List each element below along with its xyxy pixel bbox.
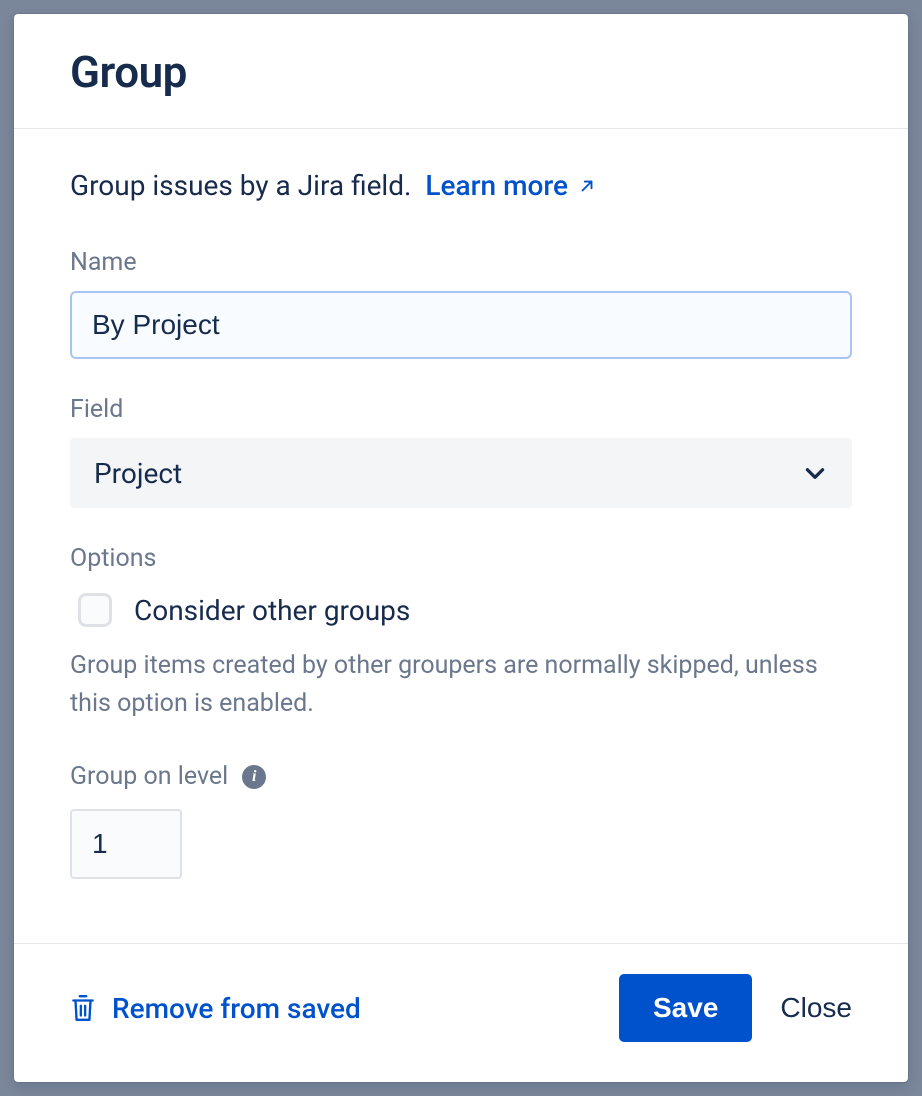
info-icon[interactable]: i [242, 765, 266, 789]
field-label: Field [70, 395, 852, 424]
field-select-value: Project [94, 457, 182, 490]
external-link-icon [578, 177, 596, 195]
trash-icon [70, 993, 96, 1023]
name-input[interactable] [70, 291, 852, 359]
dialog-footer: Remove from saved Save Close [14, 943, 908, 1082]
consider-other-groups-row: Consider other groups [70, 593, 852, 627]
close-button[interactable]: Close [780, 992, 852, 1024]
field-select[interactable]: Project [70, 438, 852, 508]
save-button[interactable]: Save [619, 974, 752, 1042]
options-group: Options Consider other groups Group item… [70, 544, 852, 722]
options-label: Options [70, 544, 852, 573]
remove-from-saved-link[interactable]: Remove from saved [70, 992, 361, 1025]
dialog-header: Group [14, 14, 908, 129]
footer-actions: Save Close [619, 974, 852, 1042]
level-input[interactable] [70, 809, 182, 879]
name-group: Name [70, 248, 852, 359]
options-help-text: Group items created by other groupers ar… [70, 647, 852, 722]
chevron-down-icon [802, 460, 828, 486]
field-group: Field Project [70, 395, 852, 508]
level-label: Group on level [70, 762, 228, 791]
remove-from-saved-label: Remove from saved [112, 992, 361, 1025]
intro-text: Group issues by a Jira field. [70, 169, 411, 202]
learn-more-link[interactable]: Learn more [425, 169, 596, 202]
learn-more-label: Learn more [425, 169, 568, 202]
intro-row: Group issues by a Jira field. Learn more [70, 169, 852, 202]
level-group: Group on level i [70, 762, 852, 879]
level-label-row: Group on level i [70, 762, 852, 791]
dialog-body: Group issues by a Jira field. Learn more… [14, 129, 908, 943]
consider-other-groups-checkbox[interactable] [78, 593, 112, 627]
name-label: Name [70, 248, 852, 277]
consider-other-groups-label: Consider other groups [134, 594, 410, 627]
dialog-title: Group [70, 46, 852, 98]
group-dialog: Group Group issues by a Jira field. Lear… [14, 14, 908, 1082]
